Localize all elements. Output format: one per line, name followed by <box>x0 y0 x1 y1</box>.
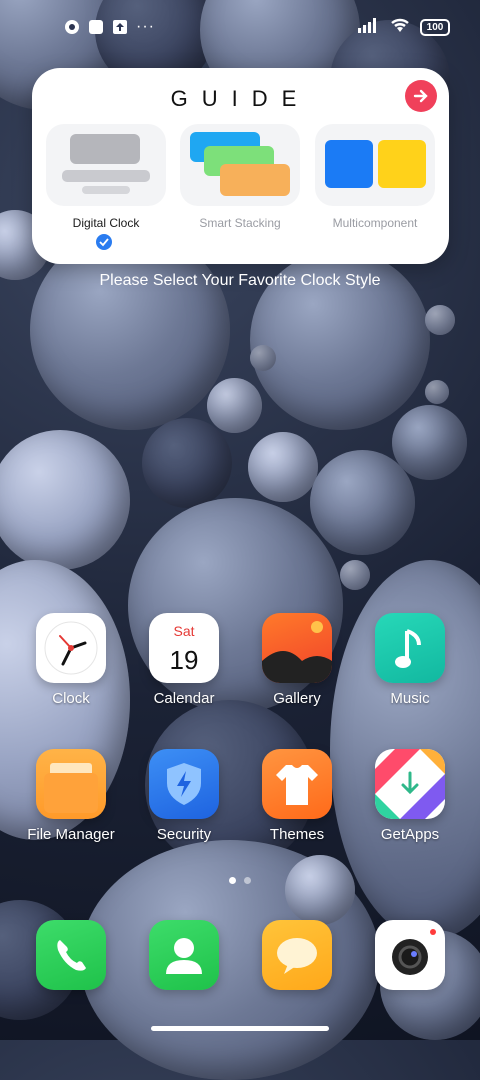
guide-title: GUIDE <box>170 86 311 111</box>
guide-hint-text: Please Select Your Favorite Clock Style <box>99 272 381 289</box>
music-note-icon <box>375 613 445 683</box>
page-indicator <box>0 877 480 884</box>
app-label-getapps: GetApps <box>380 826 440 843</box>
guide-card: GUIDE Digital Clock Smart Stacking Multi… <box>32 68 449 264</box>
page-dot-1[interactable] <box>229 877 236 884</box>
wifi-icon <box>390 17 410 38</box>
option-digital-clock[interactable] <box>46 124 166 206</box>
folder-icon <box>36 749 106 819</box>
tshirt-icon <box>262 749 332 819</box>
app-label-clock: Clock <box>52 690 90 707</box>
dock-camera[interactable] <box>350 920 470 990</box>
option-label-multicomponent: Multicomponent <box>332 216 418 230</box>
app-music[interactable]: Music <box>350 613 470 707</box>
more-dots-icon: ··· <box>136 18 155 35</box>
app-label-themes: Themes <box>269 826 325 843</box>
app-label-music: Music <box>390 690 430 707</box>
option-smart-stacking[interactable] <box>180 124 300 206</box>
calendar-date: 19 <box>169 645 199 675</box>
app-icon <box>88 19 104 35</box>
dock-phone[interactable] <box>11 920 131 990</box>
shield-icon <box>149 749 219 819</box>
dock-contacts[interactable] <box>124 920 244 990</box>
messages-icon <box>262 920 332 990</box>
app-gallery[interactable]: Gallery <box>237 613 357 707</box>
app-label-gallery: Gallery <box>273 690 321 707</box>
option-label-digital-clock: Digital Clock <box>72 216 140 230</box>
page-dot-2[interactable] <box>244 877 251 884</box>
home-indicator[interactable] <box>151 1026 329 1031</box>
app-getapps[interactable]: GetApps <box>350 749 470 843</box>
app-security[interactable]: Security <box>124 749 244 843</box>
selected-check-icon <box>96 234 112 250</box>
notification-icon <box>64 19 80 35</box>
app-calendar[interactable]: Sat 19 Calendar <box>124 613 244 707</box>
next-arrow-button[interactable] <box>405 80 437 112</box>
app-label-calendar: Calendar <box>153 690 215 707</box>
upload-icon <box>112 19 128 35</box>
app-themes[interactable]: Themes <box>237 749 357 843</box>
clock-icon <box>36 613 106 683</box>
app-label-security: Security <box>156 826 212 843</box>
option-multicomponent[interactable] <box>315 124 435 206</box>
arrow-right-icon <box>413 89 428 103</box>
option-label-smart-stacking: Smart Stacking <box>199 216 281 230</box>
contacts-icon <box>149 920 219 990</box>
phone-icon <box>36 920 106 990</box>
calendar-day: Sat <box>173 623 195 639</box>
gallery-icon <box>262 613 332 683</box>
camera-icon <box>375 920 445 990</box>
app-file-manager[interactable]: File Manager <box>11 749 131 843</box>
app-clock[interactable]: Clock <box>11 613 131 707</box>
battery-icon: 100 <box>420 19 450 36</box>
app-label-file-manager: File Manager <box>27 826 115 843</box>
dock-messages[interactable] <box>237 920 357 990</box>
getapps-icon <box>375 749 445 819</box>
status-bar: ··· 100 <box>0 0 480 56</box>
calendar-icon: Sat 19 <box>149 613 219 683</box>
signal-icon <box>358 17 380 38</box>
